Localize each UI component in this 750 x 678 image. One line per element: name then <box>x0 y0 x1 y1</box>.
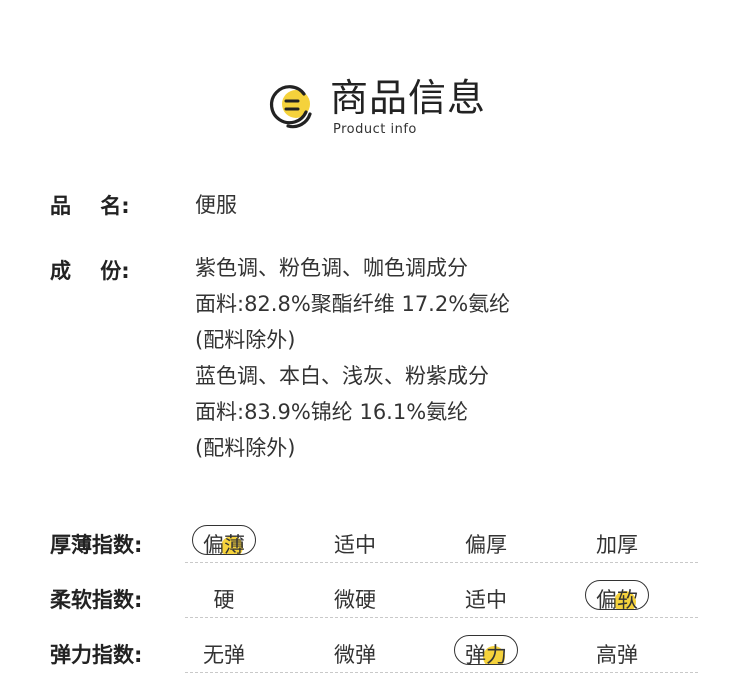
section-header: 商品信息 Product info <box>0 0 750 160</box>
composition-line: (配料除外) <box>195 436 296 460</box>
composition-line: 面料:82.8%聚酯纤维 17.2%氨纶 <box>195 292 511 316</box>
thickness-option: 偏厚 <box>465 533 507 557</box>
softness-option: 适中 <box>465 588 507 612</box>
composition-line: (配料除外) <box>195 328 296 352</box>
thickness-index-label: 厚薄指数: <box>50 533 143 557</box>
thickness-option: 加厚 <box>596 533 638 557</box>
thickness-option-selected: 偏薄 <box>184 525 264 559</box>
section-title: 商品信息 <box>330 76 487 120</box>
softness-index-label: 柔软指数: <box>50 588 143 612</box>
name-value: 便服 <box>195 193 237 217</box>
composition-value: 紫色调、粉色调、咖色调成分 面料:82.8%聚酯纤维 17.2%氨纶 (配料除外… <box>195 250 510 466</box>
elasticity-option: 高弹 <box>596 643 638 667</box>
elasticity-option-selected: 弹力 <box>446 635 526 669</box>
composition-label: 成 份: <box>50 259 130 283</box>
name-label: 品 名: <box>50 194 130 218</box>
softness-index-row: 柔软指数: 硬 微硬 适中 偏软 <box>0 575 750 619</box>
composition-line: 紫色调、粉色调、咖色调成分 <box>195 256 468 280</box>
thickness-option: 适中 <box>334 533 376 557</box>
softness-option-selected: 偏软 <box>577 580 657 614</box>
info-doc-icon <box>269 85 312 129</box>
composition-line: 蓝色调、本白、浅灰、粉紫成分 <box>195 364 489 388</box>
thickness-index-row: 厚薄指数: 偏薄 适中 偏厚 加厚 <box>0 520 750 564</box>
composition-line: 面料:83.9%锦纶 16.1%氨纶 <box>195 400 469 424</box>
softness-option: 微硬 <box>334 588 376 612</box>
divider <box>185 672 698 673</box>
elasticity-index-label: 弹力指数: <box>50 643 143 667</box>
divider <box>185 562 698 563</box>
section-subtitle: Product info <box>333 122 417 137</box>
elasticity-option: 微弹 <box>334 643 376 667</box>
divider <box>185 617 698 618</box>
elasticity-index-row: 弹力指数: 无弹 微弹 弹力 高弹 <box>0 630 750 674</box>
elasticity-option: 无弹 <box>203 643 245 667</box>
softness-option: 硬 <box>213 588 235 612</box>
